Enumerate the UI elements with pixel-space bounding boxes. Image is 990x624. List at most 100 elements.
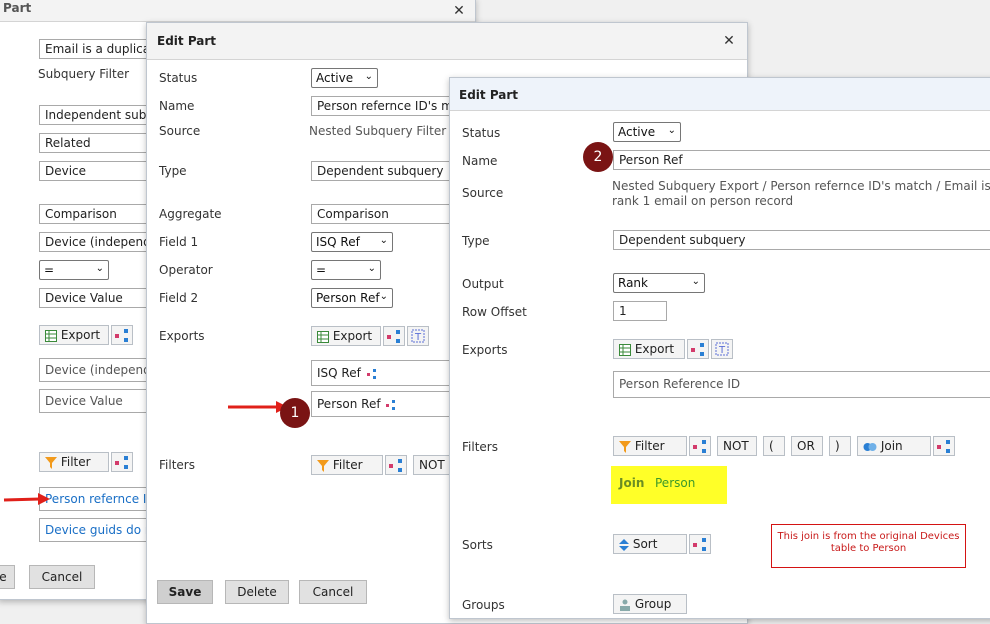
back-device-value[interactable]: Device Value — [39, 288, 159, 308]
front-sort-button[interactable]: Sort — [613, 534, 687, 554]
back-export-tree-button[interactable] — [111, 325, 133, 345]
back-email-field[interactable]: Email is a duplicate — [39, 39, 159, 59]
tree-icon — [115, 329, 128, 342]
front-filters-label: Filters — [462, 440, 498, 454]
chevron-down-icon: ⌄ — [367, 263, 376, 274]
front-group-button[interactable]: Group — [613, 594, 687, 614]
back-export-row-2[interactable]: Device Value — [39, 389, 159, 413]
back-save-button[interactable]: e — [0, 565, 15, 589]
tree-icon — [389, 459, 402, 472]
front-sort-tree-button[interactable] — [689, 534, 711, 554]
callout-badge-1: 1 — [280, 398, 310, 428]
back-filter-tree-button[interactable] — [111, 452, 133, 472]
back-filter-button[interactable]: Filter — [39, 452, 109, 472]
front-output-select[interactable]: Rank ⌄ — [613, 273, 705, 293]
tree-icon — [691, 343, 704, 356]
front-open-paren-button[interactable]: ( — [763, 436, 785, 456]
back-close-icon[interactable]: ✕ — [449, 1, 469, 21]
front-groups-label: Groups — [462, 598, 505, 612]
front-exports-label: Exports — [462, 343, 508, 357]
text-icon: T — [715, 342, 729, 356]
front-status-select[interactable]: Active ⌄ — [613, 122, 681, 142]
middle-type-label: Type — [159, 164, 187, 178]
middle-field2-value: Person Ref — [316, 291, 380, 305]
front-join-tree-button[interactable] — [933, 436, 955, 456]
front-type-input[interactable]: Dependent subquery — [613, 230, 990, 250]
table-icon — [619, 343, 631, 356]
front-name-label: Name — [462, 154, 498, 168]
filter-icon — [317, 459, 329, 472]
middle-export-label: Export — [332, 329, 373, 343]
middle-delete-button[interactable]: Delete — [225, 580, 289, 604]
middle-status-value: Active — [316, 71, 354, 85]
table-icon — [45, 329, 57, 342]
middle-filter-button[interactable]: Filter — [311, 455, 383, 475]
front-export-label: Export — [634, 342, 675, 356]
middle-exports-label: Exports — [159, 329, 205, 343]
front-dialog-header: Edit Part — [450, 78, 990, 111]
middle-operator-value: = — [316, 263, 327, 277]
front-filter-button[interactable]: Filter — [613, 436, 687, 456]
middle-source-value: Nested Subquery Filter / E — [309, 124, 466, 138]
back-export-button[interactable]: Export — [39, 325, 109, 345]
middle-filter-tree-button[interactable] — [385, 455, 407, 475]
back-filter-row-2[interactable]: Device guids do not — [39, 518, 159, 542]
tree-icon — [387, 330, 400, 343]
chevron-down-icon: ⌄ — [667, 125, 676, 136]
middle-export-button[interactable]: Export — [311, 326, 381, 346]
front-export-row-1[interactable]: Person Reference ID — [613, 371, 990, 398]
middle-field2-label: Field 2 — [159, 291, 199, 305]
front-or-button[interactable]: OR — [791, 436, 823, 456]
middle-export-row-2-label: Person Ref — [317, 397, 381, 411]
front-type-label: Type — [462, 234, 490, 248]
middle-field1-select[interactable]: ISQ Ref ⌄ — [311, 232, 393, 252]
middle-status-select[interactable]: Active ⌄ — [311, 68, 378, 88]
table-icon — [317, 330, 329, 343]
front-status-label: Status — [462, 126, 501, 140]
middle-aggregate-input[interactable]: Comparison — [311, 204, 461, 224]
middle-cancel-button[interactable]: Cancel — [299, 580, 367, 604]
middle-field1-value: ISQ Ref — [316, 235, 360, 249]
tree-icon — [115, 456, 128, 469]
front-sorts-label: Sorts — [462, 538, 493, 552]
middle-export-text-button[interactable]: T — [407, 326, 429, 346]
back-dialog-title: Part — [3, 1, 32, 15]
back-device[interactable]: Device — [39, 161, 159, 181]
middle-export-row-1[interactable]: ISQ Ref — [311, 360, 461, 386]
chevron-down-icon: ⌄ — [691, 276, 700, 287]
chevron-down-icon: ⌄ — [364, 71, 373, 82]
front-join-highlight[interactable]: Join Person — [611, 466, 727, 504]
front-status-value: Active — [618, 125, 656, 139]
back-device-independent[interactable]: Device (independer — [39, 232, 159, 252]
filter-icon — [619, 440, 631, 453]
middle-field2-select[interactable]: Person Ref ⌄ — [311, 288, 393, 308]
front-close-paren-button[interactable]: ) — [829, 436, 851, 456]
front-dialog-title: Edit Part — [459, 88, 519, 102]
back-related[interactable]: Related — [39, 133, 159, 153]
middle-save-button[interactable]: Save — [157, 580, 213, 604]
front-not-button[interactable]: NOT — [717, 436, 757, 456]
front-name-input[interactable]: Person Ref — [613, 150, 990, 170]
middle-close-icon[interactable]: ✕ — [719, 31, 739, 51]
front-export-tree-button[interactable] — [687, 339, 709, 359]
middle-name-input[interactable]: Person refernce ID's match — [311, 96, 461, 116]
tree-icon — [366, 368, 376, 379]
middle-not-button[interactable]: NOT — [413, 455, 453, 475]
front-join-button[interactable]: Join — [857, 436, 931, 456]
front-export-text-button[interactable]: T — [711, 339, 733, 359]
back-cancel-button[interactable]: Cancel — [29, 565, 95, 589]
back-comparison[interactable]: Comparison — [39, 204, 159, 224]
front-export-button[interactable]: Export — [613, 339, 685, 359]
middle-export-row-2[interactable]: Person Ref — [311, 391, 461, 417]
middle-filter-label: Filter — [332, 458, 363, 472]
front-filter-tree-button[interactable] — [689, 436, 711, 456]
back-export-label: Export — [60, 328, 101, 342]
middle-type-input[interactable]: Dependent subquery — [311, 161, 461, 181]
front-row-offset-input[interactable]: 1 — [613, 301, 667, 321]
middle-operator-select[interactable]: = ⌄ — [311, 260, 381, 280]
tree-icon — [693, 538, 706, 551]
back-operator-select[interactable]: = ⌄ — [39, 260, 109, 280]
middle-export-tree-button[interactable] — [383, 326, 405, 346]
back-export-row-1[interactable]: Device (independer — [39, 358, 159, 382]
back-independent-subquery[interactable]: Independent subqu — [39, 105, 159, 125]
